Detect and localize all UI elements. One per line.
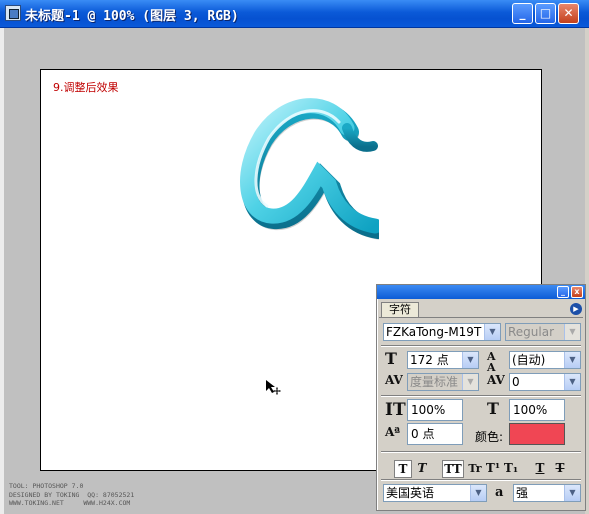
kerning-icon: AV	[385, 373, 403, 387]
color-label: 颜色:	[475, 430, 504, 444]
chevron-down-icon: ▼	[470, 485, 486, 501]
panel-close-button[interactable]: x	[571, 286, 583, 298]
language-value: 美国英语	[386, 486, 435, 500]
baseline-shift-icon: Aª	[385, 425, 401, 439]
panel-menu-arrow-icon[interactable]: ▶	[570, 303, 582, 315]
antialias-icon: a	[495, 486, 503, 499]
all-caps-button[interactable]: TT	[442, 460, 464, 478]
panel-minimize-button[interactable]: _	[557, 286, 569, 298]
chevron-down-icon: ▼	[462, 374, 478, 390]
credits-websites: WWW.TOKING.NET WWW.H24X.COM	[9, 499, 131, 507]
divider	[381, 479, 581, 481]
leading-icon: AA	[487, 350, 496, 374]
baseline-shift-input[interactable]: 0 点	[407, 423, 463, 445]
leading-value: (自动)	[512, 353, 546, 367]
chevron-down-icon: ▼	[462, 352, 478, 368]
maximize-button[interactable]: □	[535, 3, 556, 24]
divider	[381, 345, 581, 347]
superscript-button[interactable]: T¹	[484, 460, 502, 478]
horizontal-scale-input[interactable]: 100%	[509, 399, 565, 421]
subscript-button[interactable]: T₁	[502, 460, 520, 478]
font-size-select[interactable]: 172 点 ▼	[407, 351, 479, 369]
step-label: 9.调整后效果	[53, 81, 119, 94]
horizontal-scale-icon: T	[487, 399, 499, 418]
chevron-down-icon: ▼	[564, 352, 580, 368]
language-select[interactable]: 美国英语 ▼	[383, 484, 487, 502]
font-family-value: FZKaTong-M19T	[386, 325, 482, 339]
antialias-value: 强	[516, 486, 529, 500]
3d-letter-g-artwork[interactable]	[199, 88, 379, 248]
close-button[interactable]: ✕	[558, 3, 579, 24]
tab-character[interactable]: 字符	[381, 302, 419, 317]
kerning-value: 度量标准	[410, 375, 459, 389]
chevron-down-icon: ▼	[564, 485, 580, 501]
credits-designer: DESIGNED BY TOKING QQ: 87052521	[9, 490, 135, 499]
window-title: 未标题-1 @ 100% (图层 3, RGB)	[25, 9, 239, 24]
underline-button[interactable]: T	[532, 460, 548, 478]
divider	[381, 395, 581, 397]
tracking-select[interactable]: 0 ▼	[509, 373, 581, 391]
small-caps-button[interactable]: Tr	[466, 460, 484, 478]
minimize-button[interactable]: _	[512, 3, 533, 24]
faux-italic-button[interactable]: T	[414, 460, 430, 478]
strikethrough-button[interactable]: T	[552, 460, 568, 478]
font-size-icon: T	[385, 349, 397, 368]
chevron-down-icon: ▼	[564, 324, 580, 340]
chevron-down-icon: ▼	[564, 374, 580, 390]
window-title-bar[interactable]: 未标题-1 @ 100% (图层 3, RGB) _ □ ✕	[0, 0, 589, 28]
faux-bold-button[interactable]: T	[394, 460, 412, 478]
panel-title-bar[interactable]: _ x	[377, 285, 585, 299]
color-swatch[interactable]	[509, 423, 565, 445]
chevron-down-icon: ▼	[484, 324, 500, 340]
vertical-scale-input[interactable]: 100%	[407, 399, 463, 421]
divider	[381, 451, 581, 453]
font-style-value: Regular	[508, 325, 555, 339]
font-family-select[interactable]: FZKaTong-M19T ▼	[383, 323, 501, 341]
move-cursor-icon	[266, 380, 281, 395]
photoshop-document-icon	[5, 5, 21, 21]
font-style-select[interactable]: Regular ▼	[505, 323, 581, 341]
tab-divider	[379, 317, 583, 318]
antialias-icon-text: a	[495, 485, 504, 500]
font-size-value: 172 点	[410, 353, 449, 367]
kerning-select[interactable]: 度量标准 ▼	[407, 373, 479, 391]
tracking-icon: AV	[487, 373, 505, 387]
vertical-scale-icon: IT	[385, 400, 406, 420]
leading-select[interactable]: (自动) ▼	[509, 351, 581, 369]
credits-text: TOOL: PHOTOSHOP 7.0 DESIGNED BY TOKING QQ…	[9, 482, 134, 508]
credits-tool: TOOL: PHOTOSHOP 7.0	[9, 482, 84, 490]
tracking-value: 0	[512, 375, 520, 389]
antialias-select[interactable]: 强 ▼	[513, 484, 581, 502]
